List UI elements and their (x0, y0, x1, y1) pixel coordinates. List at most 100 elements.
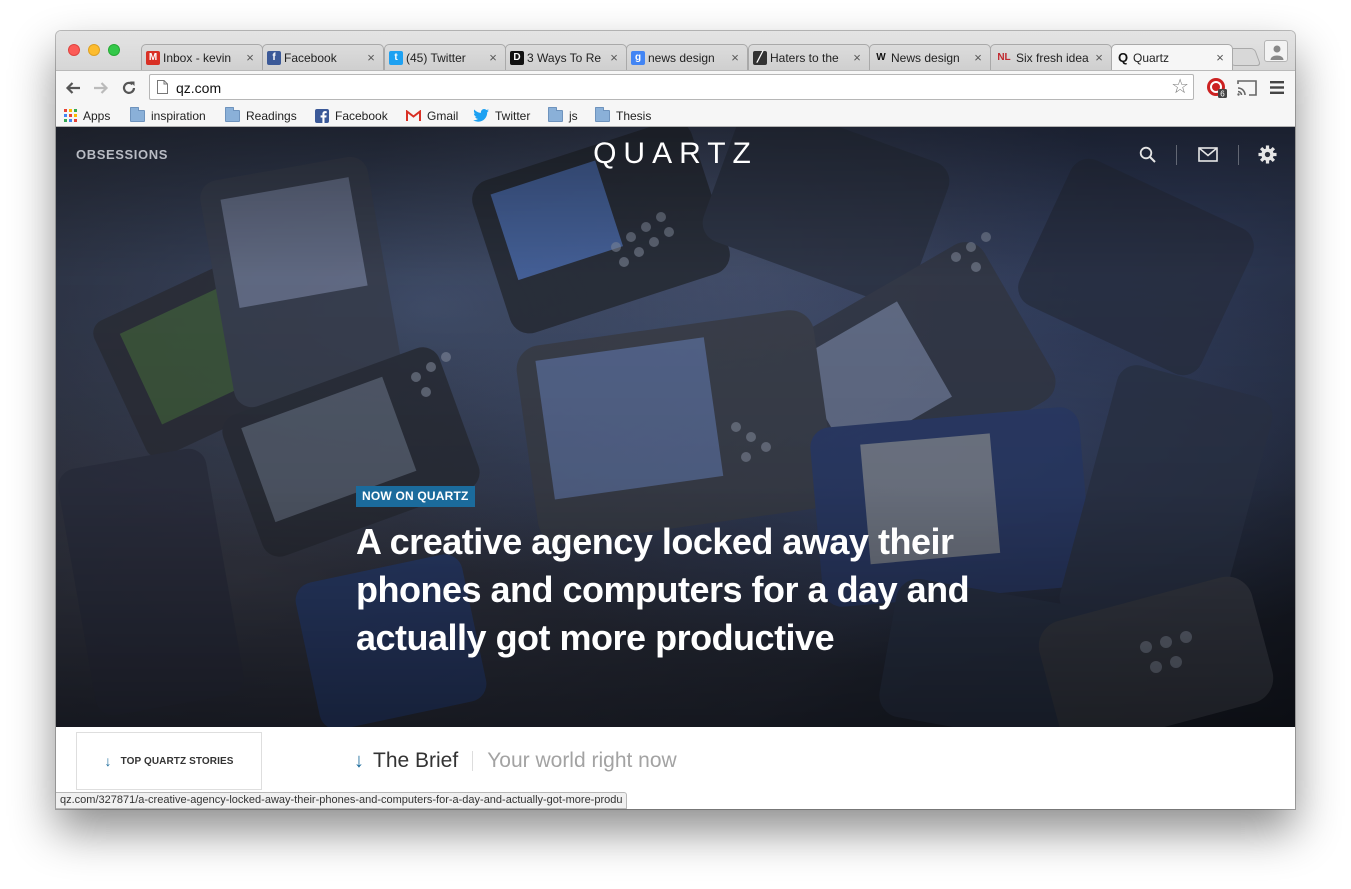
divider (472, 751, 474, 771)
google-icon: g (631, 50, 645, 65)
chrome-menu-icon[interactable] (1270, 81, 1284, 99)
bookmarks-bar: Apps inspiration Readings Facebook Gmail (56, 104, 1295, 127)
close-tab-icon[interactable]: × (972, 50, 984, 65)
browser-tab[interactable]: M Inbox - kevin × (141, 44, 263, 70)
d-logo-icon: D (510, 50, 524, 65)
close-tab-icon[interactable]: × (244, 50, 256, 65)
folder-icon (225, 106, 240, 122)
person-icon (1270, 45, 1284, 60)
qz-page: OBSESSIONS QUARTZ NOW ON QUARTZ A creati… (56, 127, 1295, 809)
bookmark-label: Twitter (495, 108, 531, 123)
bookmark-readings[interactable]: Readings (225, 106, 297, 124)
back-button[interactable] (62, 77, 84, 99)
bookmark-twitter[interactable]: Twitter (473, 107, 530, 124)
quartz-icon: Q (1117, 49, 1129, 65)
bookmark-thesis[interactable]: Thesis (595, 106, 652, 124)
brief-title: The Brief (373, 749, 459, 772)
cast-icon[interactable] (1237, 80, 1257, 101)
close-tab-icon[interactable]: × (365, 50, 377, 65)
close-window-button[interactable] (68, 44, 80, 56)
close-tab-icon[interactable]: × (851, 50, 863, 65)
top-stories-label: TOP QUARTZ STORIES (120, 755, 234, 767)
apps-grid-icon (64, 109, 77, 122)
facebook-icon (315, 108, 329, 123)
tab-title: 3 Ways To Re (527, 50, 602, 65)
stripe-logo-icon: ╱ (753, 50, 767, 65)
bookmark-label: Gmail (427, 108, 459, 123)
bookmark-gmail[interactable]: Gmail (406, 107, 458, 124)
back-arrow-icon (65, 82, 80, 94)
brief-header[interactable]: ↓ The Brief Your world right now (354, 749, 677, 773)
browser-tab[interactable]: D3 Ways To Re × (505, 44, 627, 70)
browser-tab[interactable]: g news design × (626, 44, 748, 70)
facebook-icon: f (267, 50, 281, 65)
twitter-icon (473, 109, 489, 122)
folder-icon (548, 106, 563, 122)
reload-button[interactable] (118, 77, 140, 99)
mail-icon[interactable] (1198, 147, 1218, 167)
url-text: qz.com (176, 80, 222, 96)
minimize-window-button[interactable] (88, 44, 100, 56)
browser-tab[interactable]: f Facebook × (262, 44, 384, 70)
niemanlab-icon: NL (997, 51, 1011, 63)
tab-title: Inbox - kevin (163, 50, 232, 65)
adblock-extension-icon[interactable]: 6 (1206, 77, 1228, 104)
arrow-down-icon: ↓ (104, 753, 112, 769)
bookmark-facebook[interactable]: Facebook (315, 107, 388, 124)
bookmark-inspiration[interactable]: inspiration (130, 106, 206, 124)
wikipedia-icon: W (876, 51, 886, 63)
close-tab-icon[interactable]: × (1214, 50, 1226, 65)
quartz-logo[interactable]: QUARTZ (56, 137, 1295, 171)
folder-icon (130, 106, 145, 122)
bookmark-label: Thesis (616, 108, 652, 123)
browser-tab[interactable]: Q Quartz × (1111, 44, 1233, 70)
browser-window: M Inbox - kevin × f Facebook × t (45) Twitter × D… (56, 31, 1295, 809)
gmail-icon: M (146, 50, 160, 65)
close-tab-icon[interactable]: × (729, 50, 741, 65)
address-bar[interactable]: qz.com ☆ (149, 74, 1194, 100)
tab-title: Haters to the (770, 50, 839, 65)
gmail-icon (406, 109, 421, 122)
close-tab-icon[interactable]: × (608, 50, 620, 65)
browser-tab[interactable]: t (45) Twitter × (384, 44, 506, 70)
twitter-icon: t (389, 50, 403, 65)
brief-subtitle: Your world right now (487, 749, 677, 772)
top-stories-button[interactable]: ↓ TOP QUARTZ STORIES (76, 732, 262, 790)
divider (1176, 145, 1177, 165)
tab-title: Facebook (284, 50, 337, 65)
gear-icon[interactable] (1258, 145, 1277, 169)
reload-icon (122, 81, 136, 94)
page-icon (157, 80, 168, 94)
tab-title: Six fresh idea (1016, 50, 1089, 65)
close-tab-icon[interactable]: × (1093, 50, 1105, 65)
search-icon[interactable] (1139, 146, 1156, 168)
bookmark-star-icon[interactable]: ☆ (1171, 76, 1189, 98)
bookmark-label: js (569, 108, 578, 123)
bookmark-label: Readings (246, 108, 297, 123)
folder-icon (595, 106, 610, 122)
bookmark-label: inspiration (151, 108, 206, 123)
divider (1238, 145, 1239, 165)
zoom-window-button[interactable] (108, 44, 120, 56)
forward-button[interactable] (90, 77, 112, 99)
profile-button[interactable] (1264, 40, 1288, 62)
forward-arrow-icon (94, 82, 109, 94)
tab-title: (45) Twitter (406, 50, 466, 65)
bookmark-label: Facebook (335, 108, 388, 123)
browser-toolbar: qz.com ☆ 6 (56, 70, 1295, 104)
now-on-quartz-badge: NOW ON QUARTZ (356, 486, 475, 507)
bookmark-label: Apps (83, 108, 111, 123)
bookmark-js[interactable]: js (548, 106, 578, 124)
hero-section[interactable]: OBSESSIONS QUARTZ NOW ON QUARTZ A creati… (56, 127, 1295, 727)
browser-tab[interactable]: ╱ Haters to the × (748, 44, 870, 70)
bookmark-apps[interactable]: Apps (64, 107, 110, 124)
tab-title: news design (648, 50, 715, 65)
browser-tab[interactable]: NL Six fresh idea × (990, 44, 1112, 70)
hero-headline[interactable]: A creative agency locked away their phon… (356, 518, 976, 662)
browser-tab[interactable]: W News design × (869, 44, 991, 70)
tab-title: News design (891, 50, 960, 65)
tab-strip: M Inbox - kevin × f Facebook × t (45) Twitter × D… (56, 31, 1295, 70)
arrow-down-icon: ↓ (354, 749, 364, 772)
close-tab-icon[interactable]: × (487, 50, 499, 65)
link-status-bar: qz.com/327871/a-creative-agency-locked-a… (56, 792, 628, 809)
